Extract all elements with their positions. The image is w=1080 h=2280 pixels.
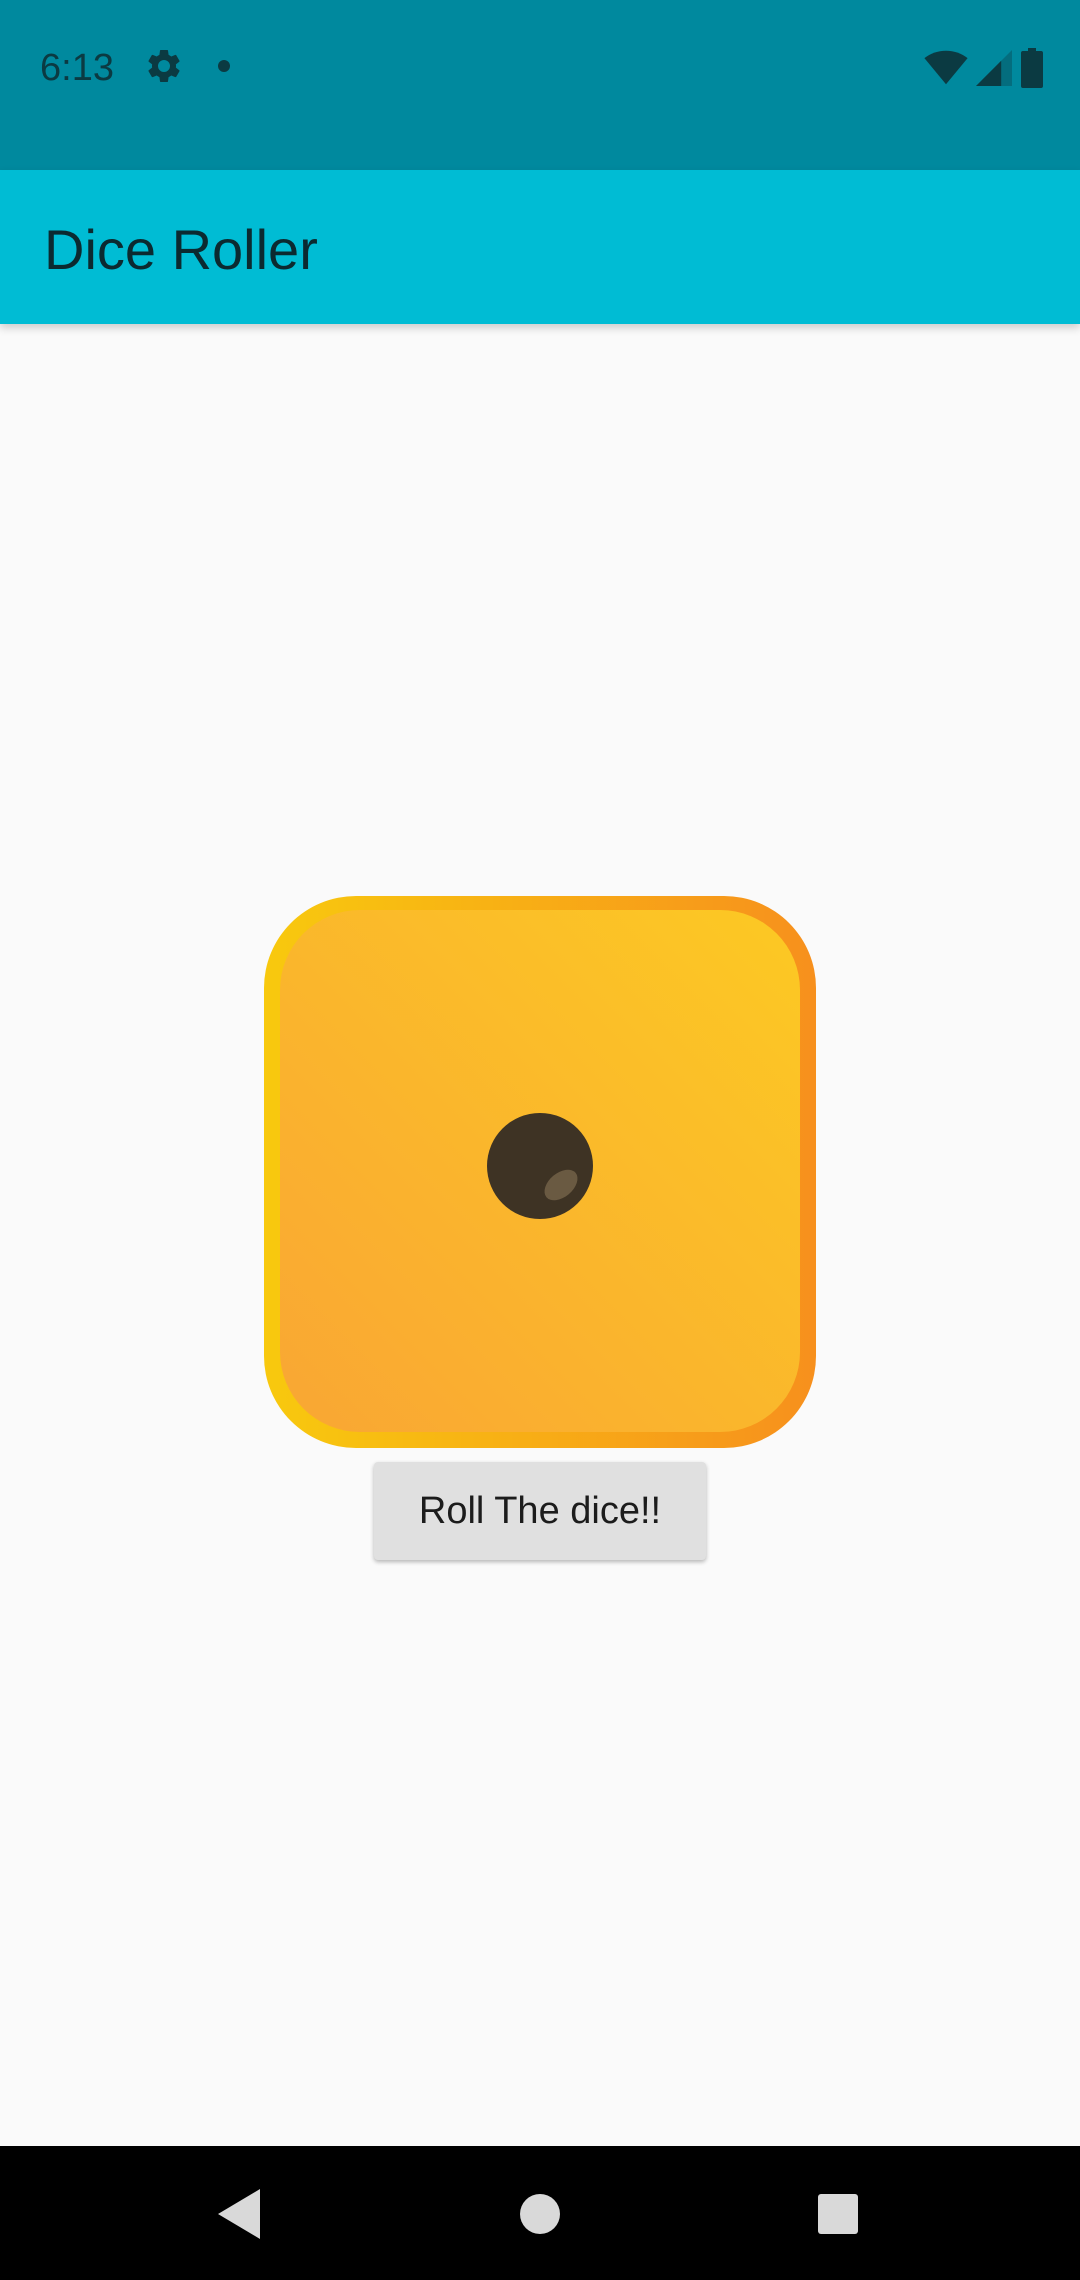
signal-icon [976,50,1012,86]
home-icon [520,2194,560,2234]
roll-dice-button[interactable]: Roll The dice!! [374,1462,706,1560]
dice-one-icon [264,896,816,1448]
main-content: Roll The dice!! [0,324,1080,2146]
gear-icon [148,49,180,82]
battery-icon [1021,48,1043,88]
notification-dot-icon [218,60,230,72]
back-button[interactable] [200,2174,280,2254]
navigation-bar [0,2146,1080,2280]
status-time: 6:13 [40,47,114,89]
back-icon [218,2189,260,2239]
app-bar: Dice Roller [0,170,1080,324]
wifi-icon [924,50,968,85]
recents-button[interactable] [798,2174,878,2254]
status-icons [924,48,1044,88]
status-bar: 6:13 [0,0,1080,170]
recents-icon [818,2194,858,2234]
app-title: Dice Roller [44,218,318,281]
home-button[interactable] [500,2174,580,2254]
